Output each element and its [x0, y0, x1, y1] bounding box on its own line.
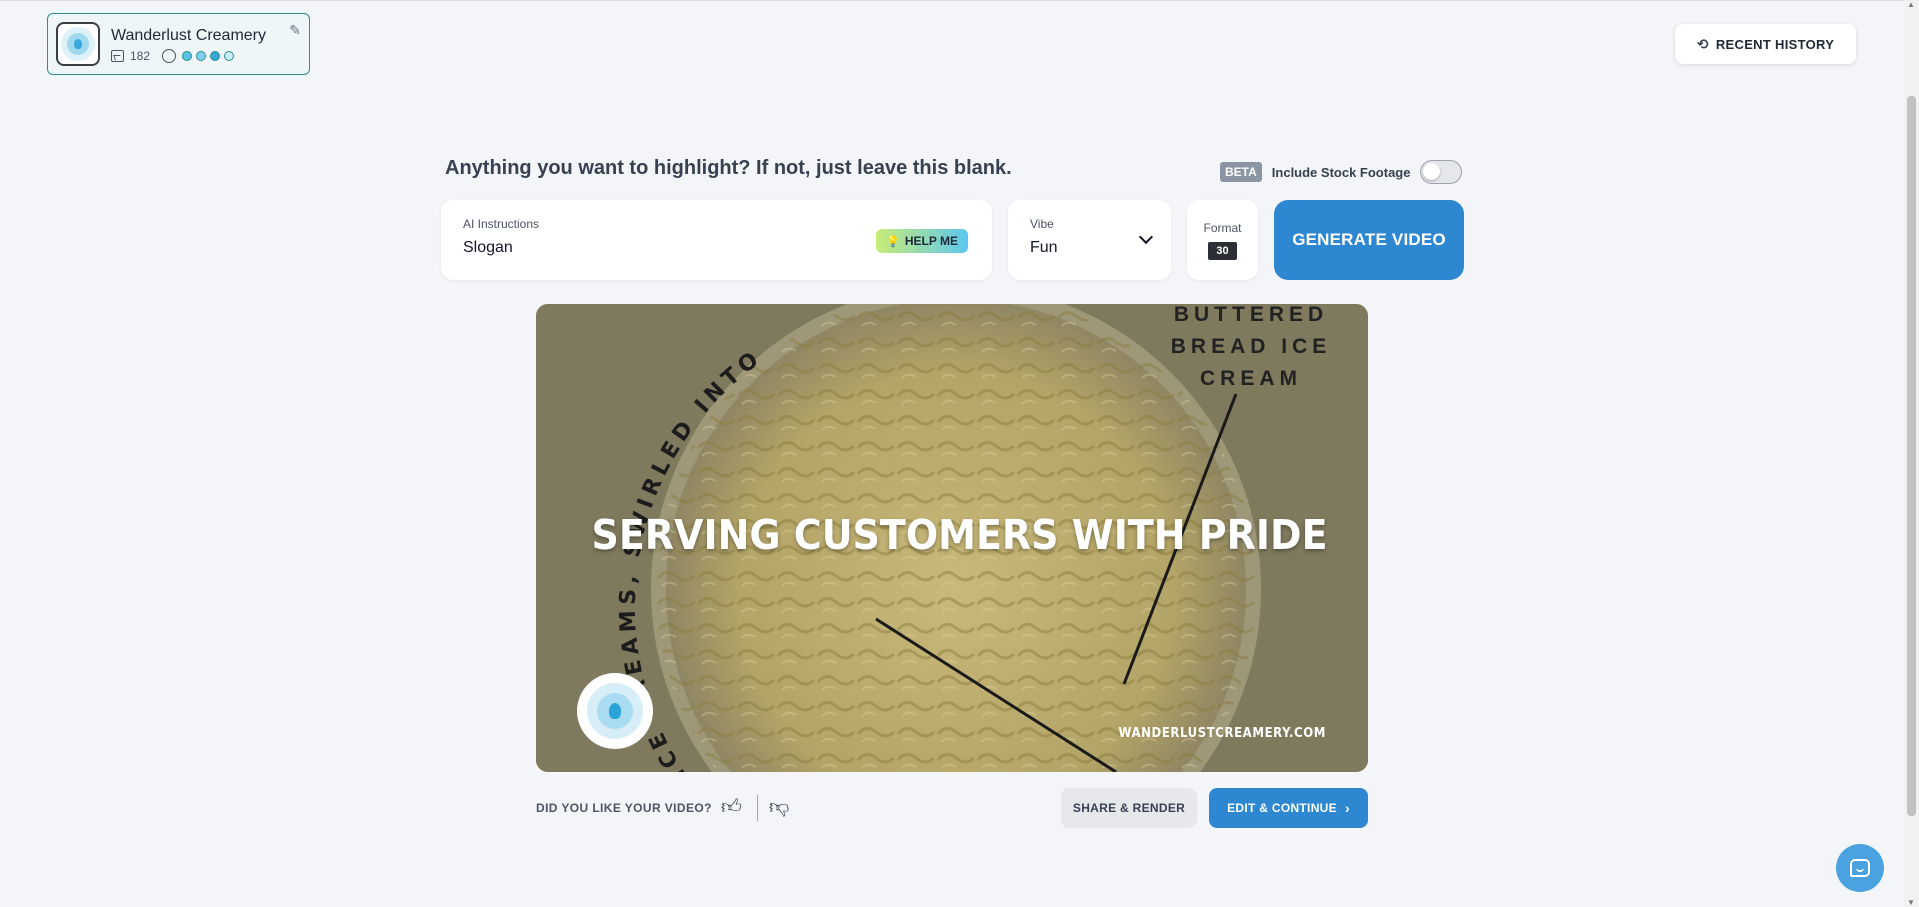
scrollbar[interactable]: ▲ ▼ — [1904, 0, 1919, 907]
stock-footage-label: Include Stock Footage — [1271, 164, 1411, 180]
help-me-label: HELP ME — [904, 234, 958, 248]
generate-video-button[interactable]: GENERATE VIDEO — [1274, 200, 1464, 280]
history-icon: ⟲ — [1696, 35, 1709, 52]
format-label: Format — [1203, 221, 1242, 235]
video-logo — [577, 673, 653, 749]
stock-footage-toggle[interactable] — [1420, 160, 1463, 184]
help-me-button[interactable]: 💡 HELP ME — [876, 229, 968, 253]
page-headline: Anything you want to highlight? If not, … — [445, 157, 1012, 179]
feedback-question: DID YOU LIKE YOUR VIDEO? — [536, 801, 712, 815]
lightbulb-icon: 💡 — [886, 235, 900, 248]
edit-continue-button[interactable]: EDIT & CONTINUE › — [1209, 788, 1368, 828]
edit-continue-label: EDIT & CONTINUE — [1227, 801, 1337, 815]
scroll-down-icon[interactable]: ▼ — [1907, 898, 1915, 907]
ai-instructions-label: AI Instructions — [463, 217, 540, 231]
brand-name: Wanderlust Creamery — [111, 26, 267, 44]
stock-footage-row: BETA Include Stock Footage — [1220, 160, 1463, 184]
share-render-button[interactable]: SHARE & RENDER — [1061, 788, 1197, 828]
format-select[interactable]: Format 30 — [1187, 200, 1258, 280]
color-swatch — [224, 50, 235, 61]
scroll-up-icon[interactable]: ▲ — [1907, 0, 1915, 9]
recent-history-button[interactable]: ⟲ RECENT HISTORY — [1675, 24, 1856, 64]
ai-instructions-field[interactable]: AI Instructions Slogan 💡 HELP ME — [441, 200, 992, 280]
vibe-select[interactable]: Vibe Fun — [1008, 200, 1171, 280]
palette-icon — [162, 48, 177, 63]
pencil-icon[interactable]: ✎ — [289, 22, 301, 39]
color-swatch — [210, 50, 221, 61]
chat-button[interactable] — [1836, 844, 1884, 892]
color-swatch — [196, 50, 207, 61]
chevron-right-icon: › — [1344, 800, 1350, 816]
video-url: WANDERLUSTCREAMERY.COM — [1118, 726, 1326, 741]
thumbs-down-icon[interactable]: 👎︎ — [769, 795, 789, 819]
format-value: 30 — [1208, 242, 1237, 260]
ai-instructions-input[interactable]: Slogan — [463, 239, 513, 257]
divider — [757, 795, 758, 821]
image-icon — [111, 49, 124, 62]
chevron-down-icon — [1138, 229, 1154, 245]
brand-logo — [56, 22, 100, 66]
color-swatch — [182, 50, 193, 61]
vibe-value: Fun — [1030, 239, 1058, 256]
recent-history-label: RECENT HISTORY — [1715, 36, 1835, 52]
beta-badge: BETA — [1220, 162, 1262, 182]
video-title: SERVING CUSTOMERS WITH PRIDE — [591, 511, 1328, 559]
brand-card[interactable]: Wanderlust Creamery 182 ✎ — [47, 13, 310, 75]
scrollbar-thumb[interactable] — [1907, 96, 1916, 816]
thumbs-up-icon[interactable]: 👍︎ — [721, 795, 742, 819]
top-border — [0, 0, 1904, 1]
video-flavor-text: BUTTERED BREAD ICE CREAM — [1170, 304, 1332, 390]
vibe-label: Vibe — [1030, 217, 1054, 231]
chat-icon — [1850, 859, 1870, 877]
asset-count: 182 — [130, 48, 151, 63]
